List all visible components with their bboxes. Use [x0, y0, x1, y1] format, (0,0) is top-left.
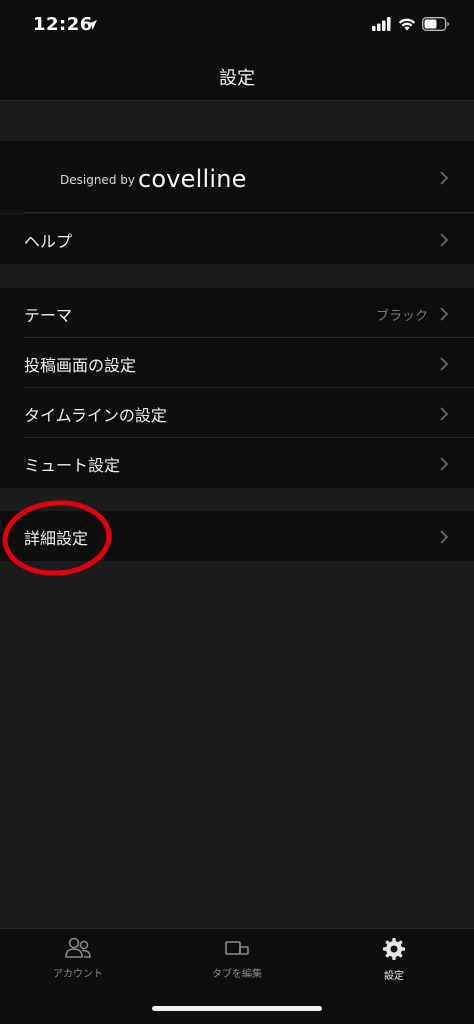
status-indicators	[372, 16, 450, 35]
gear-icon	[382, 938, 406, 965]
chevron-right-icon	[440, 356, 449, 375]
compose-settings-label: 投稿画面の設定	[24, 356, 137, 375]
chevron-right-icon	[440, 529, 449, 548]
red-circle-annotation	[0, 499, 116, 585]
chevron-right-icon	[440, 306, 449, 325]
location-arrow-icon	[86, 16, 98, 35]
compose-settings-row[interactable]: 投稿画面の設定	[0, 338, 474, 388]
tab-settings-label: 設定	[384, 971, 404, 982]
designed-by-covelline-row[interactable]: Designed by covelline	[0, 141, 474, 213]
covelline-logo: covelline	[138, 165, 247, 193]
tab-edit-tabs-label: タブを編集	[212, 969, 262, 980]
tab-account-label: アカウント	[53, 969, 103, 980]
mute-settings-label: ミュート設定	[24, 456, 121, 475]
status-bar: 12:26	[0, 0, 474, 52]
theme-row[interactable]: テーマ ブラック	[0, 288, 474, 338]
theme-value: ブラック	[375, 309, 428, 324]
timeline-settings-label: タイムラインの設定	[24, 406, 167, 425]
people-icon	[65, 937, 91, 963]
battery-icon	[422, 16, 450, 35]
cellular-signal-icon	[372, 16, 392, 35]
navigation-bar: 設定	[0, 52, 474, 101]
tab-account[interactable]: アカウント	[18, 937, 138, 980]
chevron-right-icon	[440, 406, 449, 425]
row-separator	[24, 212, 474, 213]
help-label: ヘルプ	[24, 232, 73, 251]
tab-settings[interactable]: 設定	[334, 937, 454, 982]
help-row[interactable]: ヘルプ	[0, 214, 474, 264]
page-title: 設定	[219, 68, 255, 89]
timeline-settings-row[interactable]: タイムラインの設定	[0, 388, 474, 438]
chevron-right-icon	[440, 456, 449, 475]
tabs-edit-icon	[224, 941, 250, 963]
mute-settings-row[interactable]: ミュート設定	[0, 438, 474, 488]
wifi-icon	[398, 16, 416, 35]
theme-label: テーマ	[24, 306, 73, 325]
home-indicator[interactable]	[152, 1006, 322, 1011]
tab-edit-tabs[interactable]: タブを編集	[177, 937, 297, 980]
settings-screen: 12:26 設定 Designed by covelline ヘルプ テーマ ブ…	[0, 0, 474, 1024]
chevron-right-icon	[440, 232, 449, 251]
chevron-right-icon	[440, 170, 449, 189]
designed-by-text: Designed by	[60, 173, 135, 187]
status-time: 12:26	[33, 14, 93, 35]
